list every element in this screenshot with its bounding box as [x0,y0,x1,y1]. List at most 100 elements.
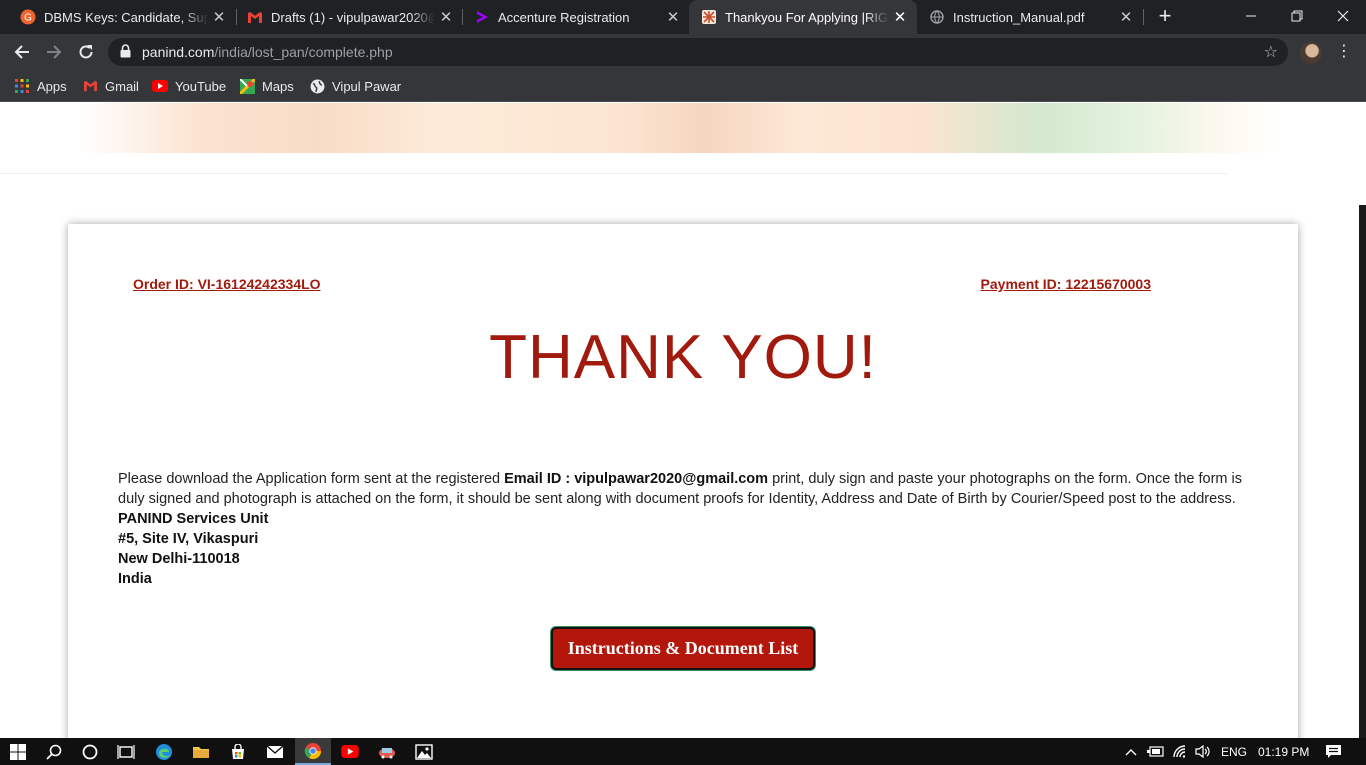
restore-icon [1291,10,1303,22]
bookmark-label: Apps [37,78,67,94]
tab-instruction-manual[interactable]: Instruction_Manual.pdf ✕ [917,0,1143,34]
address-line: New Delhi-110018 [118,551,240,567]
browser-menu-icon[interactable]: ⋮ [1336,41,1352,63]
volume-icon[interactable] [1195,738,1211,765]
windows-logo-icon [10,743,26,760]
tab-title: DBMS Keys: Candidate, Super, [44,9,208,25]
panind-icon [701,9,717,25]
divider [0,173,1228,174]
orange-circle-icon: G [20,9,36,25]
forward-button[interactable] [42,40,66,64]
close-icon[interactable]: ✕ [662,8,684,26]
search-icon [46,744,62,760]
address-line: PANIND Services Unit [118,511,269,527]
youtube-icon [152,78,168,94]
app-taskbar-icon[interactable] [369,738,405,765]
close-window-button[interactable] [1320,0,1366,32]
minimize-button[interactable] [1228,0,1274,32]
tab-title: Accenture Registration [498,9,630,25]
minimize-icon [1246,15,1256,17]
back-button[interactable] [10,40,34,64]
bookmark-maps[interactable]: Maps [239,76,294,96]
notification-icon [1326,745,1341,758]
edge-taskbar-icon[interactable] [146,738,182,765]
windows-taskbar: ENG 01:19 PM [0,738,1366,765]
file-explorer-icon[interactable] [183,738,219,765]
language-indicator[interactable]: ENG [1221,738,1247,765]
cortana-circle-icon [82,744,98,759]
page-scrollbar-thumb[interactable] [1359,205,1366,738]
order-id-link[interactable]: Order ID: VI-16124242334LO [133,276,321,292]
reload-button[interactable] [74,40,98,64]
forward-arrow-icon [47,45,62,59]
close-icon[interactable]: ✕ [889,8,911,26]
new-tab-button[interactable]: + [1153,5,1177,29]
thank-you-heading: THANK YOU! [489,323,877,392]
clock[interactable]: 01:19 PM [1258,738,1309,765]
globe-icon [929,9,945,25]
photos-taskbar-icon[interactable] [406,738,442,765]
store-icon[interactable] [220,738,256,765]
tab-separator [1143,9,1144,25]
bookmark-youtube[interactable]: YouTube [152,76,226,96]
confirmation-card: Order ID: VI-16124242334LO Payment ID: 1… [68,224,1298,754]
globe-icon [309,78,325,94]
bookmark-label: Maps [262,78,294,94]
profile-avatar[interactable] [1300,42,1322,64]
bookmark-gmail[interactable]: Gmail [82,76,139,96]
maps-icon [239,78,255,94]
payment-id-link[interactable]: Payment ID: 12215670003 [981,276,1151,292]
bookmark-label: Gmail [105,78,139,94]
url-text: panind.com/india/lost_pan/complete.php [142,44,393,60]
bookmark-star-icon[interactable]: ☆ [1264,42,1278,62]
cortana-button[interactable] [72,738,108,765]
back-arrow-icon [14,45,29,59]
registered-email: Email ID : vipulpawar2020@gmail.com [504,471,769,487]
tab-title: Instruction_Manual.pdf [953,9,1085,25]
gmail-icon [247,9,263,25]
bookmark-apps[interactable]: Apps [14,76,67,96]
svg-text:G: G [24,13,32,24]
instructions-paragraph: Please download the Application form sen… [118,469,1258,509]
search-button[interactable] [36,738,72,765]
chrome-icon [304,742,322,759]
chrome-taskbar-icon[interactable] [295,738,331,765]
header-banner-image [80,103,1280,153]
address-line: #5, Site IV, Vikaspuri [118,531,259,547]
lock-icon [120,44,131,63]
wifi-icon[interactable] [1173,738,1189,765]
tab-thankyou-active[interactable]: Thankyou For Applying |RIGAR ✕ [689,0,917,34]
restore-button[interactable] [1274,0,1320,32]
tab-gmail-drafts[interactable]: Drafts (1) - vipulpawar2020@g ✕ [227,0,463,34]
postal-address: PANIND Services Unit #5, Site IV, Vikasp… [118,509,268,589]
bookmarks-bar: Apps Gmail YouTube Maps Vipul Pawar [0,70,1366,102]
battery-icon[interactable] [1147,738,1164,765]
tab-strip: G DBMS Keys: Candidate, Super, ✕ Drafts … [0,0,1366,34]
url-domain: panind.com [142,44,215,60]
youtube-taskbar-icon[interactable] [332,738,368,765]
close-icon [1337,10,1349,22]
accenture-icon [474,9,490,25]
reload-icon [79,45,93,59]
tab-accenture[interactable]: Accenture Registration ✕ [454,0,690,34]
tab-dbms-keys[interactable]: G DBMS Keys: Candidate, Super, ✕ [0,0,236,34]
show-hidden-icons[interactable] [1125,738,1137,765]
mail-icon[interactable] [257,738,293,765]
instructions-text-before: Please download the Application form sen… [118,471,505,487]
start-button[interactable] [0,738,36,765]
task-view-button[interactable] [108,738,144,765]
bookmark-label: YouTube [175,78,227,94]
gmail-icon [82,78,98,94]
bookmark-vipul-pawar[interactable]: Vipul Pawar [309,76,401,96]
url-path: /india/lost_pan/complete.php [214,44,393,60]
address-line: India [118,571,152,587]
tab-title: Thankyou For Applying |RIGAR [725,9,889,25]
instructions-document-list-button[interactable]: Instructions & Document List [551,627,815,670]
notification-center-button[interactable] [1325,738,1342,765]
tab-title: Drafts (1) - vipulpawar2020@g [271,9,435,25]
address-bar[interactable]: panind.com/india/lost_pan/complete.php ☆ [108,38,1288,66]
browser-toolbar: panind.com/india/lost_pan/complete.php ☆… [0,34,1366,70]
close-icon[interactable]: ✕ [1115,8,1137,26]
apps-grid-icon [14,78,30,94]
task-view-icon [117,744,135,759]
